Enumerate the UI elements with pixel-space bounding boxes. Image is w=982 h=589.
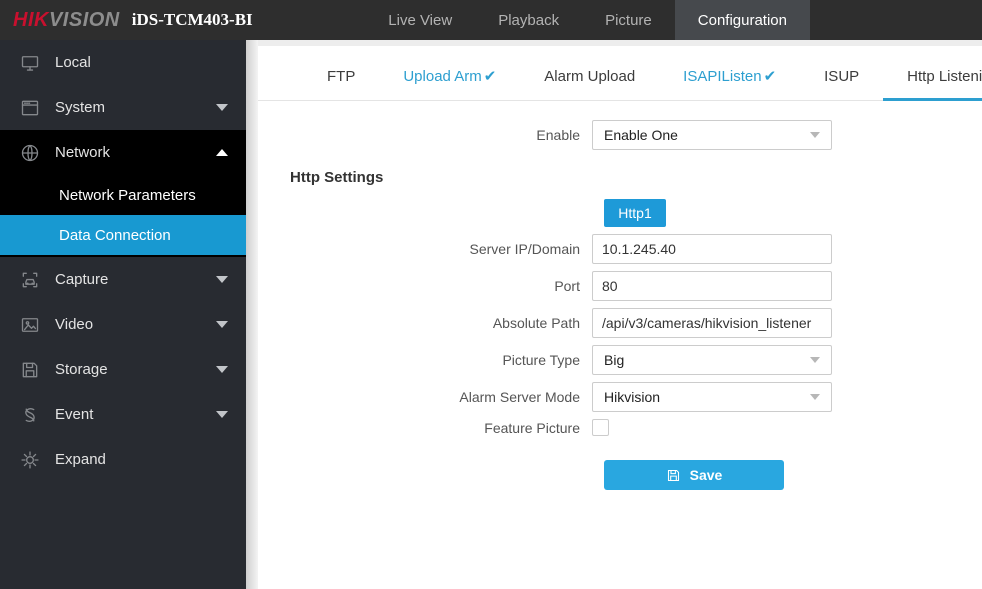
- chevron-down-icon: [216, 276, 228, 283]
- enable-select-value: Enable One: [604, 127, 678, 143]
- device-name: iDS-TCM403-BI: [131, 10, 253, 29]
- sidebar-item-label: System: [55, 99, 106, 116]
- check-icon: ✔: [483, 68, 497, 85]
- scrollbar[interactable]: [246, 40, 258, 589]
- sidebar-item-storage[interactable]: Storage: [0, 347, 246, 392]
- topbar: HIK VISION iDS-TCM403-BI Live View Playba…: [0, 0, 982, 40]
- server-ip-input[interactable]: [592, 234, 832, 264]
- save-button-label: Save: [689, 467, 723, 483]
- sidebar-item-label: Local: [55, 54, 91, 71]
- sidebar-item-label: Capture: [55, 271, 109, 288]
- event-icon: [20, 405, 40, 425]
- enable-select[interactable]: Enable One: [592, 120, 832, 150]
- globe-icon: [20, 143, 40, 163]
- chevron-down-icon: [216, 104, 228, 111]
- tab-http-listening[interactable]: Http Listening: [883, 52, 982, 101]
- main-content: FTP Upload Arm ✔ Alarm Upload ISAPIListen…: [258, 40, 982, 589]
- gear-icon: [20, 450, 40, 470]
- port-input[interactable]: [592, 271, 832, 301]
- floppy-disk-icon: [20, 360, 40, 380]
- nav-live-view[interactable]: Live View: [365, 0, 475, 40]
- sidebar-item-system[interactable]: System: [0, 85, 246, 130]
- tab-ftp[interactable]: FTP: [303, 52, 379, 101]
- feature-picture-checkbox[interactable]: [592, 419, 609, 436]
- chevron-down-icon: [810, 132, 820, 138]
- alarm-server-mode-value: Hikvision: [604, 389, 661, 405]
- save-icon: [667, 469, 679, 481]
- chevron-up-icon: [216, 149, 228, 156]
- sidebar-item-video[interactable]: Video: [0, 302, 246, 347]
- sidebar-item-event[interactable]: Event: [0, 392, 246, 437]
- window-icon: [20, 98, 40, 118]
- port-label: Port: [554, 278, 580, 294]
- chevron-down-icon: [216, 411, 228, 418]
- nav-picture[interactable]: Picture: [582, 0, 675, 40]
- sidebar-item-network-parameters[interactable]: Network Parameters: [0, 175, 246, 215]
- section-title-http-settings: Http Settings: [290, 169, 384, 186]
- save-button[interactable]: Save: [604, 460, 784, 490]
- monitor-icon: [20, 53, 40, 73]
- server-ip-label: Server IP/Domain: [469, 241, 580, 257]
- enable-label: Enable: [536, 127, 580, 143]
- sidebar-item-label: Video: [55, 316, 94, 333]
- sidebar-item-label: Expand: [55, 451, 106, 468]
- check-icon: ✔: [763, 68, 777, 85]
- sidebar-item-local[interactable]: Local: [0, 40, 246, 85]
- sidebar-item-label: Network: [55, 144, 111, 161]
- sidebar-item-label: Storage: [55, 361, 108, 378]
- chevron-down-icon: [216, 366, 228, 373]
- nav-playback[interactable]: Playback: [475, 0, 582, 40]
- absolute-path-label: Absolute Path: [492, 315, 580, 331]
- absolute-path-input[interactable]: [592, 308, 832, 338]
- settings-tabs: FTP Upload Arm ✔ Alarm Upload ISAPIListen…: [258, 46, 982, 101]
- tab-isup[interactable]: ISUP: [800, 52, 883, 101]
- vehicle-capture-icon: [20, 270, 40, 290]
- alarm-server-mode-select[interactable]: Hikvision: [592, 382, 832, 412]
- picture-type-select[interactable]: Big: [592, 345, 832, 375]
- sidebar-item-data-connection[interactable]: Data Connection: [0, 215, 246, 255]
- http-listening-form: Enable Enable One Http Settings Http1 Se…: [258, 101, 982, 490]
- alarm-server-mode-label: Alarm Server Mode: [459, 389, 580, 405]
- feature-picture-label: Feature Picture: [484, 419, 580, 436]
- tab-isapilisten[interactable]: ISAPIListen ✔: [659, 51, 800, 101]
- nav-configuration[interactable]: Configuration: [674, 0, 810, 40]
- sidebar-item-label: Event: [55, 406, 94, 423]
- hikvision-logo: HIK VISION: [0, 0, 120, 40]
- tab-alarm-upload[interactable]: Alarm Upload: [520, 52, 659, 101]
- chevron-down-icon: [810, 357, 820, 363]
- picture-type-label: Picture Type: [502, 352, 580, 368]
- chevron-down-icon: [810, 394, 820, 400]
- chevron-down-icon: [216, 321, 228, 328]
- sidebar: Local System Network Network Parameters: [0, 40, 246, 589]
- image-icon: [20, 315, 40, 335]
- logo-hik: HIK: [13, 8, 49, 31]
- sidebar-group-network: Network Network Parameters Data Connecti…: [0, 130, 246, 257]
- content-panel: FTP Upload Arm ✔ Alarm Upload ISAPIListen…: [258, 46, 982, 589]
- sidebar-item-capture[interactable]: Capture: [0, 257, 246, 302]
- logo-vision: VISION: [48, 8, 120, 31]
- sidebar-item-expand[interactable]: Expand: [0, 437, 246, 482]
- app-window: HIK VISION iDS-TCM403-BI Live View Playba…: [0, 0, 982, 589]
- http1-button[interactable]: Http1: [604, 199, 666, 227]
- main-nav: Live View Playback Picture Configuration: [365, 0, 810, 40]
- picture-type-value: Big: [604, 352, 625, 368]
- tab-upload-arm[interactable]: Upload Arm ✔: [379, 51, 520, 101]
- sidebar-item-network[interactable]: Network: [0, 130, 246, 175]
